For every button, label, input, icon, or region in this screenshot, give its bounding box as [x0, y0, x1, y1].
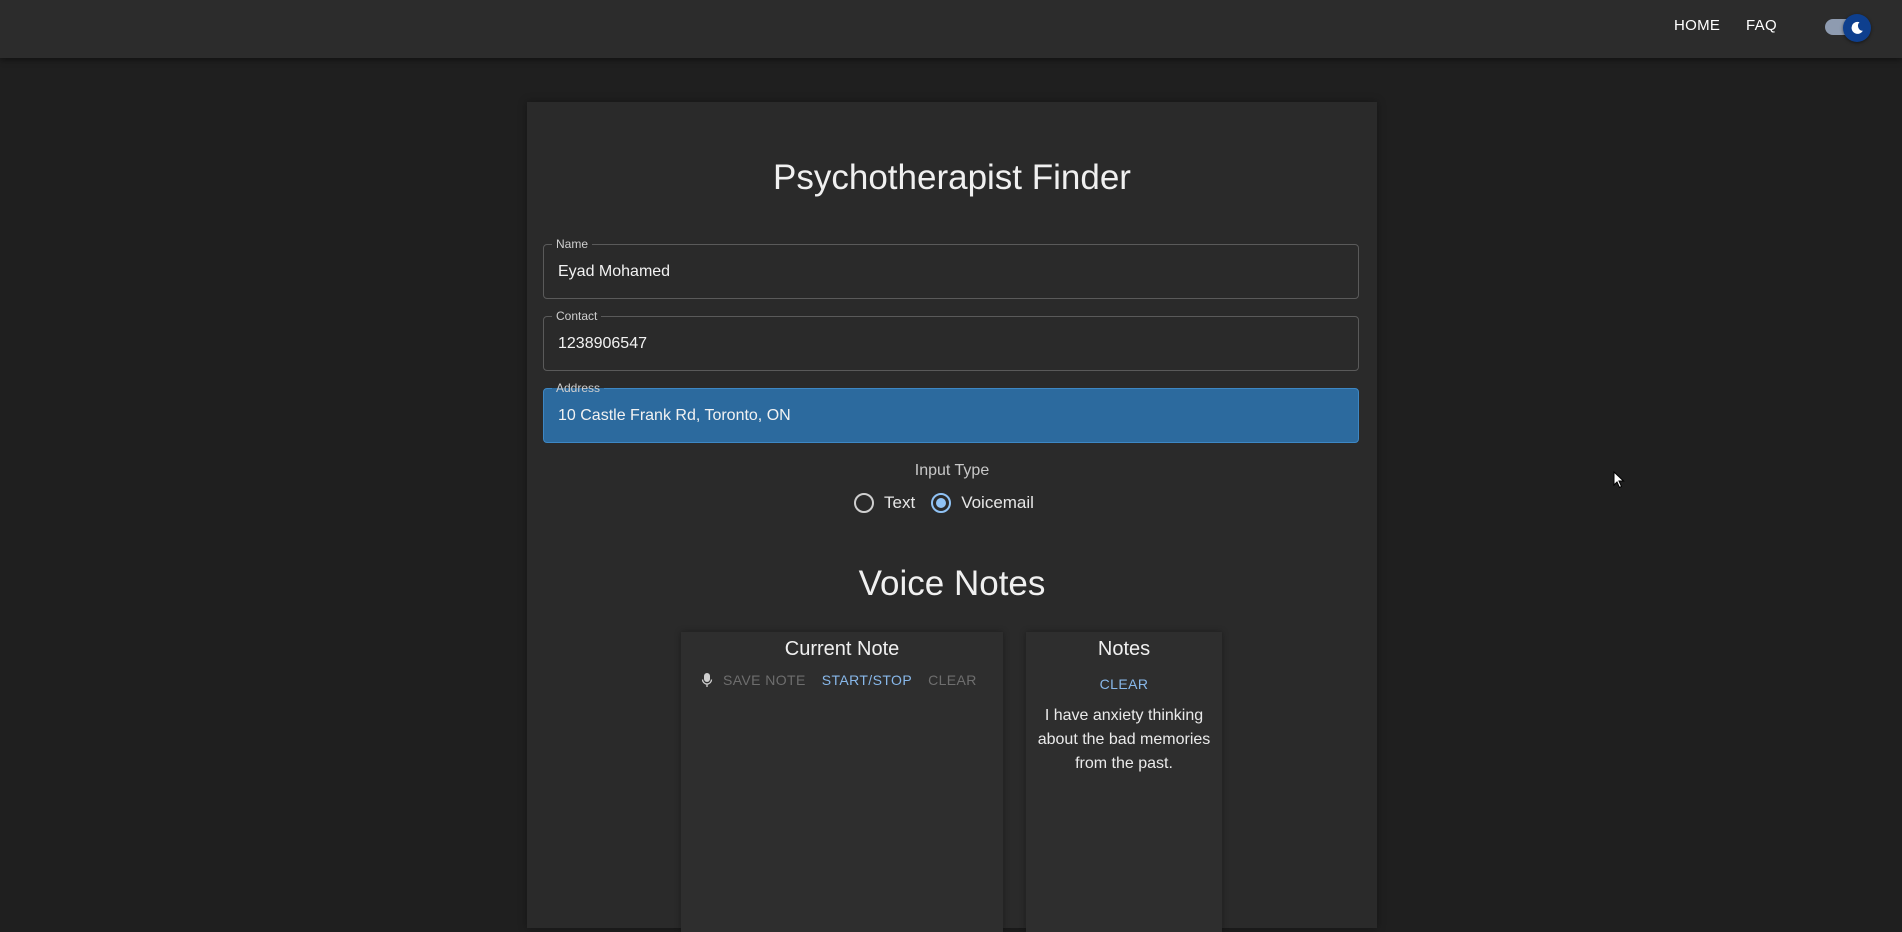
finder-card: Psychotherapist Finder Name Eyad Mohamed…: [527, 102, 1377, 932]
address-field-value[interactable]: 10 Castle Frank Rd, Toronto, ON: [558, 407, 791, 425]
input-type-radio-group: Text Voicemail: [854, 491, 1050, 515]
radio-selected-dot: [936, 498, 947, 508]
clear-notes-button[interactable]: CLEAR: [1026, 676, 1222, 692]
radio-voicemail-option[interactable]: Voicemail: [931, 493, 1034, 513]
radio-text-button[interactable]: [854, 493, 874, 513]
name-field-label: Name: [552, 237, 593, 251]
save-note-button[interactable]: SAVE NOTE: [723, 672, 806, 688]
current-note-panel: Current Note SAVE NOTE START/STOP CLEAR: [681, 632, 1003, 932]
theme-toggle[interactable]: [1823, 14, 1871, 42]
notes-panel: Notes CLEAR I have anxiety thinking abou…: [1026, 632, 1222, 932]
contact-field-label: Contact: [552, 309, 602, 323]
current-note-title: Current Note: [784, 638, 900, 660]
start-stop-button[interactable]: START/STOP: [822, 672, 912, 688]
nav-faq-link[interactable]: FAQ: [1746, 17, 1777, 34]
address-field[interactable]: Address 10 Castle Frank Rd, Toronto, ON: [543, 381, 1359, 443]
radio-voicemail-button[interactable]: [931, 493, 952, 513]
nav-home-link[interactable]: HOME: [1674, 17, 1720, 34]
clear-current-note-button[interactable]: CLEAR: [928, 672, 977, 688]
voice-notes-title: Voice Notes: [858, 564, 1046, 603]
toggle-thumb: [1843, 14, 1871, 42]
contact-field-value[interactable]: 1238906547: [558, 335, 647, 353]
radio-voicemail-label: Voicemail: [961, 493, 1034, 512]
current-note-actions: SAVE NOTE START/STOP CLEAR: [701, 672, 993, 688]
name-field-value[interactable]: Eyad Mohamed: [558, 263, 670, 281]
notes-title: Notes: [1097, 638, 1151, 660]
radio-text-option[interactable]: Text: [854, 493, 915, 513]
microphone-icon: [701, 673, 713, 687]
name-field[interactable]: Name Eyad Mohamed: [543, 237, 1359, 299]
input-type-label: Input Type: [914, 462, 990, 479]
mouse-cursor-icon: [1613, 471, 1625, 489]
radio-text-label: Text: [884, 493, 916, 512]
page-title: Psychotherapist Finder: [773, 158, 1131, 197]
top-navbar: HOME FAQ: [0, 0, 1902, 58]
moon-icon: [1851, 21, 1863, 34]
contact-field[interactable]: Contact 1238906547: [543, 309, 1359, 371]
saved-note-item: I have anxiety thinking about the bad me…: [1037, 707, 1211, 772]
address-field-label: Address: [552, 381, 605, 395]
